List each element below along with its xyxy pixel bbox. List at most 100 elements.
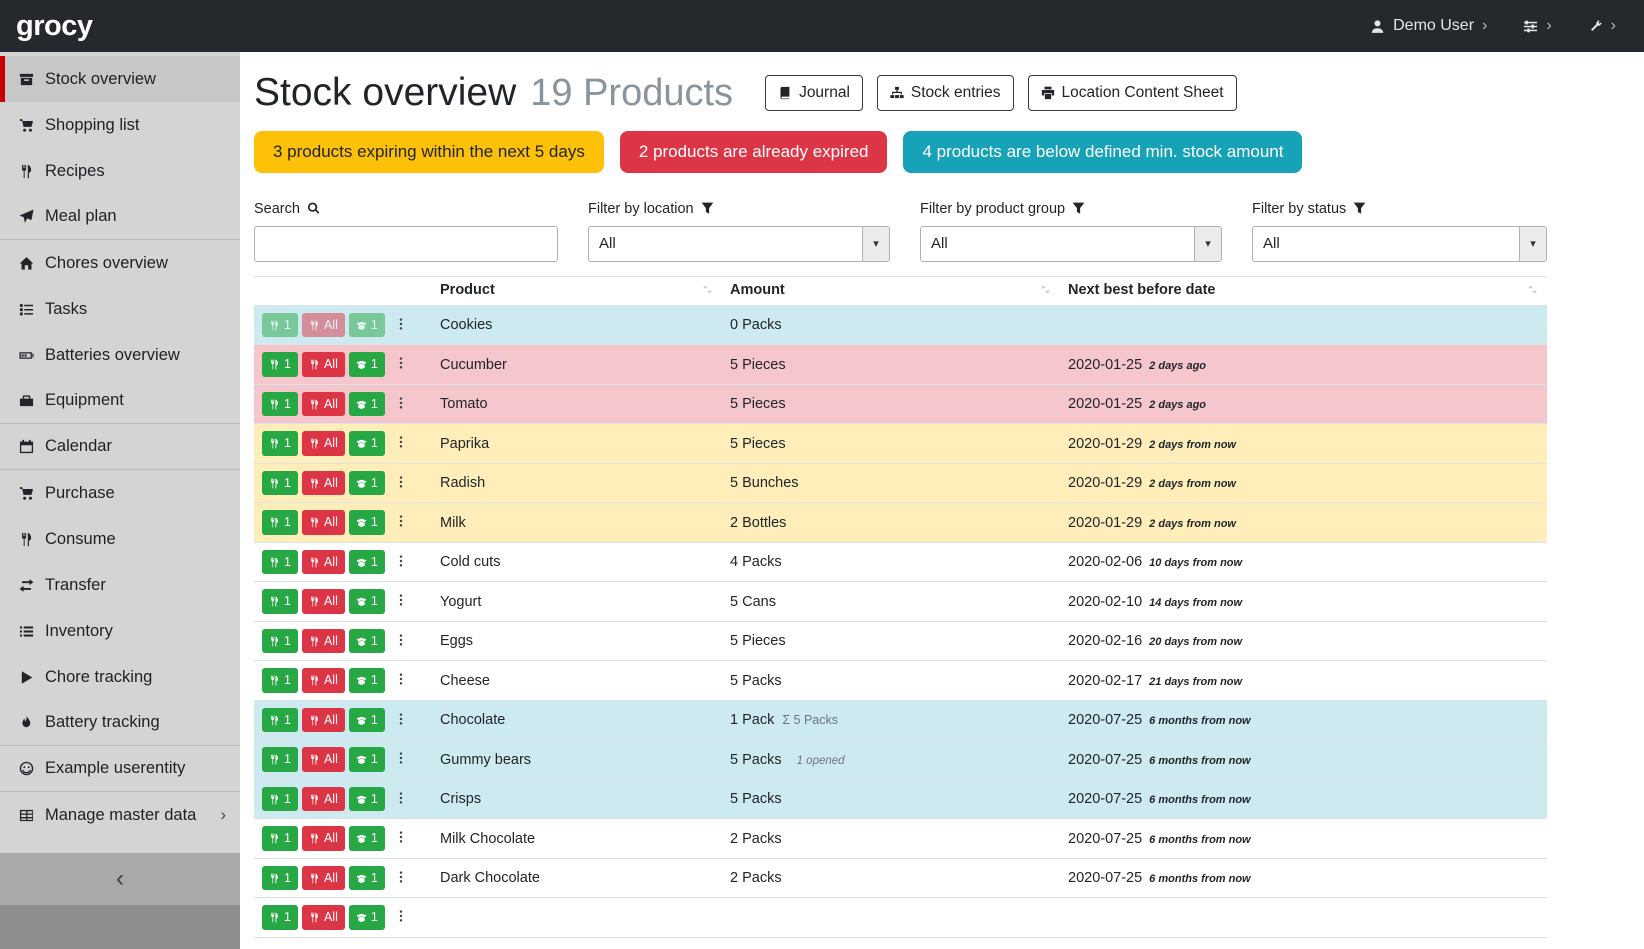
open-one-button[interactable]: 1	[349, 866, 385, 891]
amount-column-header[interactable]: Amount	[722, 276, 1060, 305]
consume-all-button[interactable]: All	[302, 392, 345, 417]
consume-all-button[interactable]: All	[302, 471, 345, 496]
consume-all-button[interactable]: All	[302, 629, 345, 654]
consume-all-button[interactable]: All	[302, 589, 345, 614]
product-column-header[interactable]: Product	[432, 276, 722, 305]
sidebar-item-battery-tracking[interactable]: Battery tracking	[0, 700, 240, 746]
open-one-button[interactable]: 1	[349, 787, 385, 812]
row-menu-button[interactable]	[391, 591, 411, 612]
consume-all-button[interactable]: All	[302, 668, 345, 693]
alert-expired[interactable]: 2 products are already expired	[620, 131, 888, 173]
row-menu-button[interactable]	[391, 828, 411, 849]
sidebar-collapse-button[interactable]	[0, 853, 240, 905]
consume-all-button[interactable]: All	[302, 787, 345, 812]
open-one-button[interactable]: 1	[349, 431, 385, 456]
alert-below-min-stock[interactable]: 4 products are below defined min. stock …	[903, 131, 1302, 173]
sidebar-item-manage-master-data[interactable]: Manage master data	[0, 792, 240, 838]
consume-one-button[interactable]: 1	[262, 708, 298, 733]
consume-one-button[interactable]: 1	[262, 905, 298, 930]
sidebar-item-shopping-list[interactable]: Shopping list	[0, 102, 240, 148]
admin-menu[interactable]	[1588, 17, 1616, 35]
product-group-filter-select[interactable]: All	[921, 227, 1221, 261]
consume-all-button[interactable]: All	[302, 708, 345, 733]
grocy-logo[interactable]: grocy	[16, 10, 92, 43]
sidebar-item-calendar[interactable]: Calendar	[0, 424, 240, 470]
row-menu-button[interactable]	[391, 868, 411, 889]
consume-one-button[interactable]: 1	[262, 668, 298, 693]
row-menu-button[interactable]	[391, 354, 411, 375]
sidebar-item-tasks[interactable]: Tasks	[0, 286, 240, 332]
consume-one-button[interactable]: 1	[262, 589, 298, 614]
alert-expiring-soon[interactable]: 3 products expiring within the next 5 da…	[254, 131, 604, 173]
consume-all-button[interactable]: All	[302, 313, 345, 338]
settings-menu[interactable]	[1523, 17, 1551, 35]
best-before-column-header[interactable]: Next best before date	[1060, 276, 1547, 305]
stock-entries-button[interactable]: Stock entries	[877, 75, 1014, 111]
sidebar-item-batteries-overview[interactable]: Batteries overview	[0, 332, 240, 378]
consume-one-button[interactable]: 1	[262, 431, 298, 456]
consume-one-button[interactable]: 1	[262, 313, 298, 338]
consume-one-button[interactable]: 1	[262, 826, 298, 851]
row-menu-button[interactable]	[391, 631, 411, 652]
status-filter-select[interactable]: All	[1253, 227, 1546, 261]
consume-all-button[interactable]: All	[302, 866, 345, 891]
sidebar-item-chores-overview[interactable]: Chores overview	[0, 240, 240, 286]
row-menu-button[interactable]	[391, 789, 411, 810]
open-one-button[interactable]: 1	[349, 352, 385, 377]
open-one-button[interactable]: 1	[349, 510, 385, 535]
row-menu-button[interactable]	[391, 710, 411, 731]
consume-all-button[interactable]: All	[302, 352, 345, 377]
row-menu-button[interactable]	[391, 315, 411, 336]
open-one-button[interactable]: 1	[349, 392, 385, 417]
row-menu-button[interactable]	[391, 552, 411, 573]
row-menu-button[interactable]	[391, 512, 411, 533]
open-one-button[interactable]: 1	[349, 550, 385, 575]
row-menu-button[interactable]	[391, 433, 411, 454]
search-input[interactable]	[254, 226, 558, 262]
sidebar-item-inventory[interactable]: Inventory	[0, 608, 240, 654]
consume-all-button[interactable]: All	[302, 747, 345, 772]
sidebar-item-consume[interactable]: Consume	[0, 516, 240, 562]
consume-one-button[interactable]: 1	[262, 866, 298, 891]
sidebar-item-equipment[interactable]: Equipment	[0, 378, 240, 424]
consume-one-button[interactable]: 1	[262, 352, 298, 377]
row-menu-button[interactable]	[391, 394, 411, 415]
open-one-button[interactable]: 1	[349, 668, 385, 693]
consume-all-button[interactable]: All	[302, 510, 345, 535]
sidebar-item-chore-tracking[interactable]: Chore tracking	[0, 654, 240, 700]
open-one-button[interactable]: 1	[349, 471, 385, 496]
sidebar-item-recipes[interactable]: Recipes	[0, 148, 240, 194]
location-content-sheet-button[interactable]: Location Content Sheet	[1028, 75, 1237, 111]
row-menu-button[interactable]	[391, 749, 411, 770]
consume-one-button[interactable]: 1	[262, 747, 298, 772]
sidebar-item-example-userentity[interactable]: Example userentity	[0, 746, 240, 792]
consume-one-button[interactable]: 1	[262, 629, 298, 654]
sidebar-item-meal-plan[interactable]: Meal plan	[0, 194, 240, 240]
consume-one-button[interactable]: 1	[262, 510, 298, 535]
row-menu-button[interactable]	[391, 473, 411, 494]
open-one-button[interactable]: 1	[349, 826, 385, 851]
user-menu[interactable]: Demo User	[1370, 17, 1487, 35]
consume-all-button[interactable]: All	[302, 550, 345, 575]
sidebar-item-purchase[interactable]: Purchase	[0, 470, 240, 516]
open-one-button[interactable]: 1	[349, 708, 385, 733]
consume-all-button[interactable]: All	[302, 431, 345, 456]
journal-button[interactable]: Journal	[765, 75, 863, 111]
open-one-button[interactable]: 1	[349, 589, 385, 614]
consume-all-button[interactable]: All	[302, 826, 345, 851]
consume-one-button[interactable]: 1	[262, 787, 298, 812]
row-menu-button[interactable]	[391, 907, 411, 928]
sidebar-item-transfer[interactable]: Transfer	[0, 562, 240, 608]
row-menu-button[interactable]	[391, 670, 411, 691]
best-before-date: 2020-07-25	[1068, 712, 1142, 728]
consume-one-button[interactable]: 1	[262, 392, 298, 417]
consume-all-button[interactable]: All	[302, 905, 345, 930]
consume-one-button[interactable]: 1	[262, 550, 298, 575]
location-filter-select[interactable]: All	[589, 227, 889, 261]
open-one-button[interactable]: 1	[349, 747, 385, 772]
consume-one-button[interactable]: 1	[262, 471, 298, 496]
open-one-button[interactable]: 1	[349, 905, 385, 930]
sidebar-item-stock-overview[interactable]: Stock overview	[0, 56, 240, 102]
open-one-button[interactable]: 1	[349, 629, 385, 654]
open-one-button[interactable]: 1	[349, 313, 385, 338]
